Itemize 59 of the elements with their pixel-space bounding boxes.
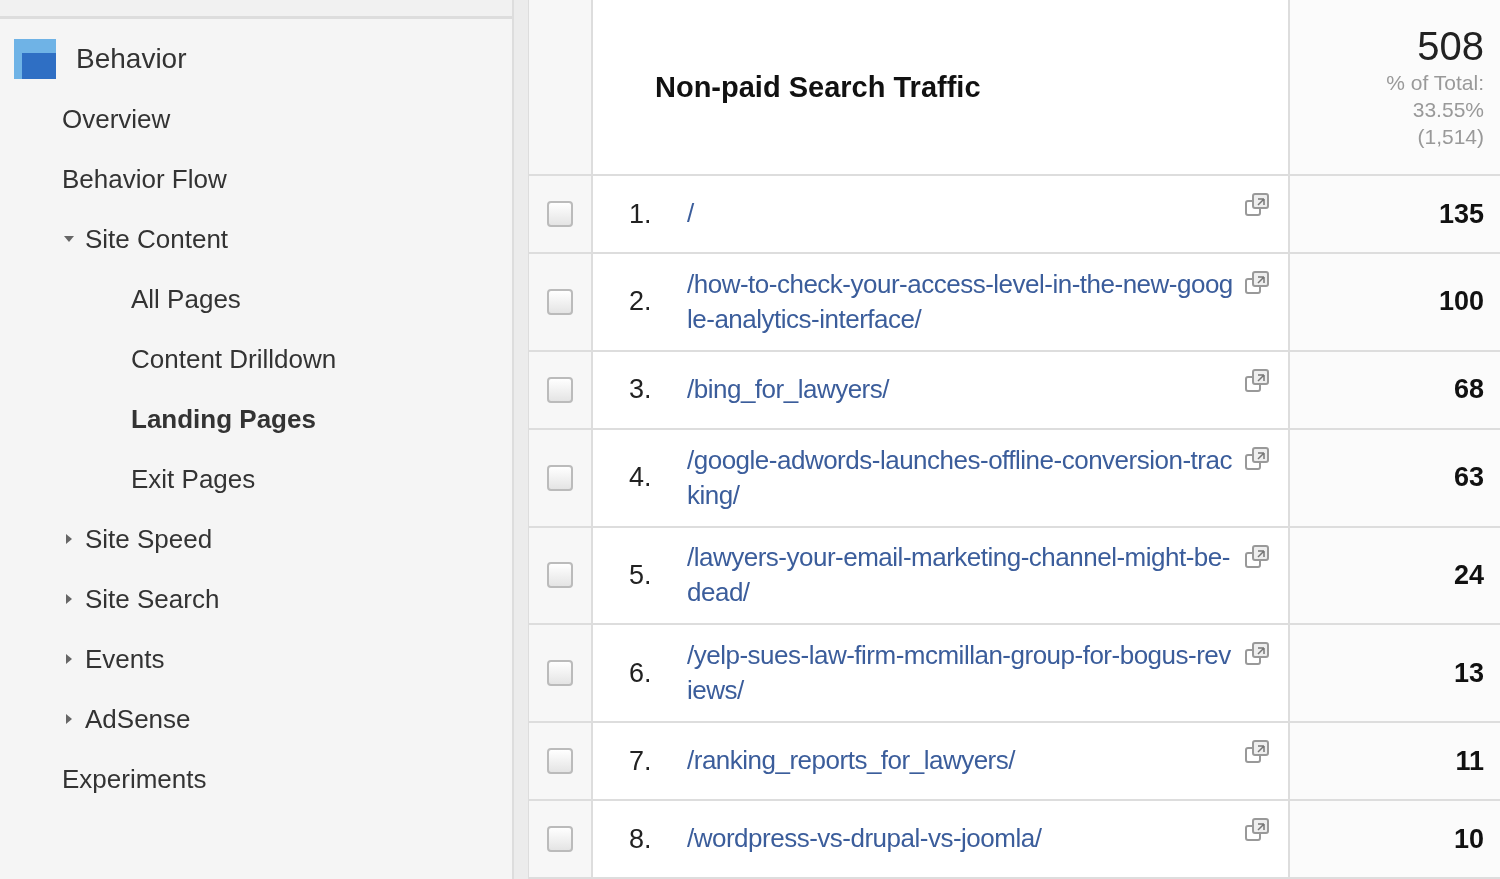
page-link[interactable]: /how-to-check-your-access-level-in-the-new-google-analytics-interface/ bbox=[687, 266, 1236, 337]
page-link[interactable]: /google-adwords-launches-offline-conversion-tracking/ bbox=[687, 442, 1236, 513]
nav-item[interactable]: Experiments bbox=[0, 749, 512, 809]
nav-item[interactable]: AdSense bbox=[0, 689, 512, 749]
row-rank: 3. bbox=[629, 374, 653, 406]
nav-item[interactable]: Overview bbox=[0, 89, 512, 149]
nav-item[interactable]: Landing Pages bbox=[0, 389, 512, 449]
row-rank: 5. bbox=[629, 559, 653, 591]
nav-item[interactable]: Site Content bbox=[0, 209, 512, 269]
row-rank: 6. bbox=[629, 657, 653, 689]
row-value: 68 bbox=[1453, 374, 1484, 406]
section-title: Behavior bbox=[76, 43, 187, 75]
row-value: 63 bbox=[1453, 462, 1484, 494]
row-checkbox[interactable] bbox=[547, 201, 573, 227]
nav-item[interactable]: Behavior Flow bbox=[0, 149, 512, 209]
row-value: 11 bbox=[1455, 745, 1484, 777]
external-link-icon[interactable] bbox=[1244, 270, 1270, 296]
row-value: 24 bbox=[1453, 559, 1484, 591]
total-share-label: % of Total: bbox=[1386, 69, 1484, 96]
nav-item[interactable]: Content Drilldown bbox=[0, 329, 512, 389]
external-link-icon[interactable] bbox=[1244, 817, 1270, 843]
row-checkbox[interactable] bbox=[547, 660, 573, 687]
external-link-icon[interactable] bbox=[1244, 641, 1270, 668]
row-rank: 7. bbox=[629, 745, 653, 777]
external-link-icon[interactable] bbox=[1244, 445, 1270, 472]
layout-icon bbox=[14, 39, 56, 79]
row-rank: 8. bbox=[629, 823, 653, 855]
page-link[interactable]: /yelp-sues-law-firm-mcmillan-group-for-bogus-reviews/ bbox=[687, 638, 1236, 709]
segment-title: Non-paid Search Traffic bbox=[654, 70, 981, 104]
row-value: 10 bbox=[1453, 823, 1484, 855]
row-checkbox[interactable] bbox=[547, 826, 573, 852]
nav-item[interactable]: All Pages bbox=[0, 269, 512, 329]
nav-item[interactable]: Site Speed bbox=[0, 509, 512, 569]
total-base: (1,514) bbox=[1417, 124, 1484, 151]
external-link-icon[interactable] bbox=[1244, 543, 1270, 570]
row-checkbox[interactable] bbox=[547, 288, 573, 315]
row-checkbox[interactable] bbox=[547, 464, 573, 491]
total-share: 33.55% bbox=[1412, 96, 1484, 123]
nav-item[interactable]: Events bbox=[0, 629, 512, 689]
nav-item[interactable]: Site Search bbox=[0, 569, 512, 629]
page-link[interactable]: / bbox=[687, 196, 1236, 232]
row-rank: 1. bbox=[629, 198, 653, 230]
row-value: 135 bbox=[1438, 198, 1484, 230]
row-rank: 2. bbox=[629, 286, 653, 318]
page-link[interactable]: /ranking_reports_for_lawyers/ bbox=[687, 743, 1236, 779]
page-link[interactable]: /bing_for_lawyers/ bbox=[687, 372, 1236, 408]
external-link-icon[interactable] bbox=[1244, 367, 1270, 394]
total-value: 508 bbox=[1417, 23, 1484, 69]
external-link-icon[interactable] bbox=[1244, 739, 1270, 765]
row-value: 13 bbox=[1453, 657, 1484, 689]
row-checkbox[interactable] bbox=[547, 748, 573, 774]
row-rank: 4. bbox=[629, 462, 653, 494]
row-value: 100 bbox=[1438, 286, 1484, 318]
nav-item[interactable]: Exit Pages bbox=[0, 449, 512, 509]
external-link-icon[interactable] bbox=[1244, 192, 1270, 218]
row-checkbox[interactable] bbox=[547, 562, 573, 589]
page-link[interactable]: /lawyers-your-email-marketing-channel-might-be-dead/ bbox=[687, 540, 1236, 611]
row-checkbox[interactable] bbox=[547, 376, 573, 403]
page-link[interactable]: /wordpress-vs-drupal-vs-joomla/ bbox=[687, 821, 1236, 857]
